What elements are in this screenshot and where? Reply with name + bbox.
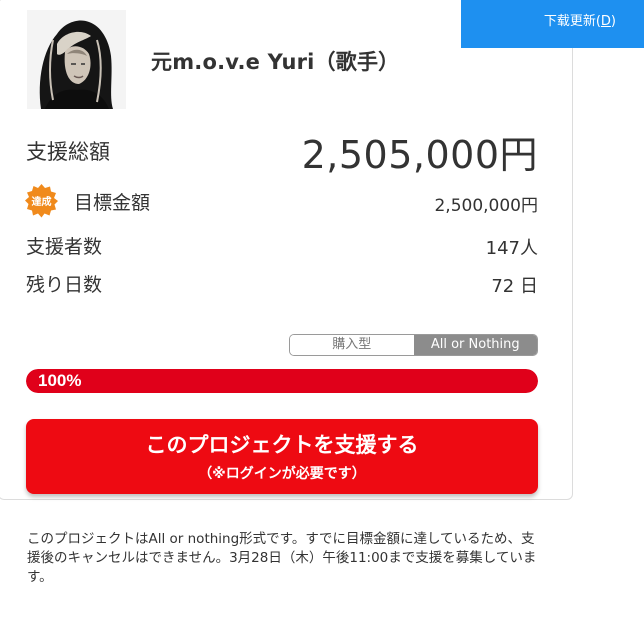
download-update-shortcut: D (600, 14, 611, 29)
days-left-value: 72 日 (491, 276, 538, 297)
funding-progress-bar: 100% (26, 369, 538, 393)
funding-type-purchase[interactable]: 購入型 (290, 335, 414, 355)
portrait-image (27, 10, 126, 109)
funding-progress-percent: 100% (38, 371, 82, 390)
goal-amount-label: 目標金額 (74, 192, 151, 214)
all-or-nothing-note: このプロジェクトはAll or nothing形式です。すでに目標金額に達してい… (27, 531, 537, 585)
days-left-label: 残り日数 (26, 274, 103, 296)
funding-progress-fill (26, 369, 538, 393)
achieved-badge-icon: 達成 (24, 183, 59, 218)
supporters-label: 支援者数 (26, 236, 103, 258)
support-button-label: このプロジェクトを支援する (145, 433, 419, 457)
project-title[interactable]: 元m.o.v.e Yuri（歌手） (151, 46, 399, 76)
goal-amount-value: 2,500,000円 (434, 196, 538, 216)
achieved-badge-text: 達成 (32, 195, 52, 208)
support-project-button[interactable]: このプロジェクトを支援する （※ログインが必要です） (26, 419, 538, 494)
funding-type-toggle: 購入型 All or Nothing (289, 334, 538, 356)
download-update-shortcut-close: ) (610, 14, 616, 29)
download-update-label: 下载更新 (543, 14, 596, 29)
download-update-button[interactable]: 下载更新(D) (461, 0, 644, 48)
funding-type-all-or-nothing[interactable]: All or Nothing (413, 335, 537, 355)
supporters-value: 147人 (485, 238, 538, 259)
total-amount-value: 2,505,000円 (301, 133, 538, 177)
total-amount-label: 支援総額 (26, 140, 110, 164)
project-avatar[interactable] (27, 10, 126, 109)
support-button-login-note: （※ログインが必要です） (198, 466, 366, 482)
